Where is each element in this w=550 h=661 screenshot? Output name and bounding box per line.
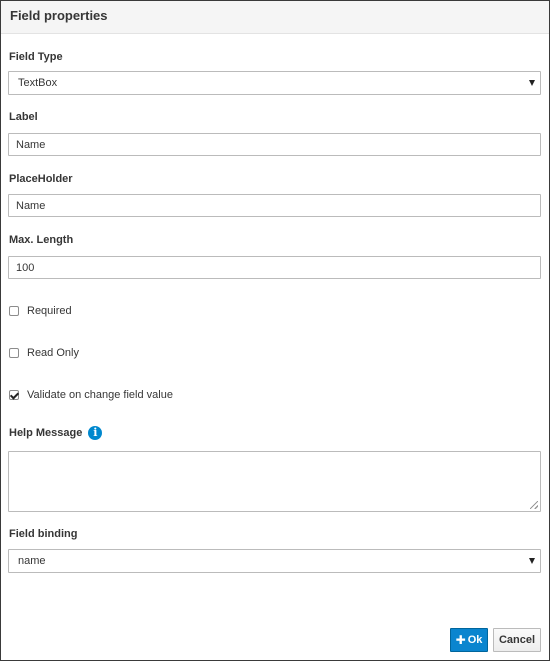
placeholder-input[interactable]: Name [8,194,541,217]
dialog-header: Field properties [1,1,549,34]
placeholder-field-label: PlaceHolder [9,173,73,185]
read-only-row[interactable]: Read Only [9,347,79,359]
plus-icon: ✚ [455,633,466,647]
field-binding-select[interactable]: name [8,549,541,573]
help-message-label-row: Help Message i [9,426,103,440]
chevron-down-icon [529,80,535,86]
dialog-title: Field properties [10,8,108,23]
max-length-input-value: 100 [16,261,35,274]
read-only-label: Read Only [27,347,79,359]
help-message-label: Help Message [9,427,83,439]
label-field-label: Label [9,111,38,123]
validate-on-change-label: Validate on change field value [27,389,173,401]
ok-button[interactable]: ✚ Ok [450,628,488,652]
label-input[interactable]: Name [8,133,541,156]
info-icon[interactable]: i [88,426,103,440]
max-length-input[interactable]: 100 [8,256,541,279]
field-type-label: Field Type [9,51,63,63]
label-input-value: Name [16,138,46,151]
validate-on-change-row[interactable]: Validate on change field value [9,389,173,401]
required-checkbox[interactable] [9,306,19,316]
cancel-button[interactable]: Cancel [493,628,541,652]
field-type-value: TextBox [18,77,58,89]
ok-button-label: Ok [467,634,483,646]
chevron-down-icon [529,558,535,564]
read-only-checkbox[interactable] [9,348,19,358]
required-label: Required [27,305,72,317]
resize-grip-icon[interactable] [530,501,538,509]
field-binding-label: Field binding [9,528,78,540]
validate-on-change-checkbox[interactable] [9,390,19,400]
required-row[interactable]: Required [9,305,72,317]
field-properties-dialog: Field properties Field Type TextBox Labe… [0,0,550,661]
max-length-label: Max. Length [9,234,74,246]
field-binding-value: name [18,555,46,567]
field-type-select[interactable]: TextBox [8,71,541,95]
help-message-textarea[interactable] [8,451,541,512]
cancel-button-label: Cancel [498,634,536,646]
placeholder-input-value: Name [16,199,46,212]
